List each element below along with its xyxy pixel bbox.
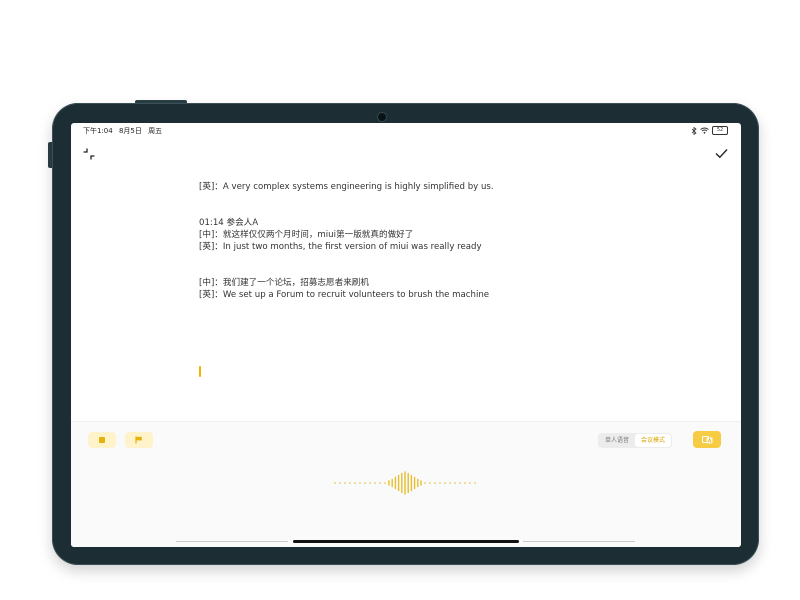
transcript-line: [199, 205, 619, 217]
waveform-dot: [429, 482, 431, 484]
collapse-icon[interactable]: [83, 148, 95, 160]
stop-icon: [99, 437, 105, 443]
waveform-dot: [424, 482, 426, 484]
waveform-dot: [379, 482, 381, 484]
status-weekday: 周五: [148, 127, 163, 135]
transcript-line: [英]：We set up a Forum to recruit volunte…: [199, 290, 490, 300]
waveform-bars: [388, 471, 422, 495]
waveform-dot: [349, 482, 351, 484]
mode-toggle[interactable]: 单人语音 会议模式: [598, 433, 673, 448]
translate-button[interactable]: [693, 431, 721, 448]
waveform-dot: [354, 482, 356, 484]
mode-option-single[interactable]: 单人语音: [599, 434, 635, 447]
status-bar-left: 下午1:04 8月5日 周五: [83, 126, 166, 136]
waveform-dot: [364, 482, 366, 484]
flag-button[interactable]: [125, 432, 153, 448]
battery-icon: 52: [712, 126, 728, 135]
waveform-dot: [454, 482, 456, 484]
waveform-dot: [369, 482, 371, 484]
status-bar-right: 52: [691, 126, 728, 135]
waveform-dot: [439, 482, 441, 484]
waveform-dot: [339, 482, 341, 484]
transcript-line: [中]：就这样仅仅两个月时间，miui第一版就真的做好了: [199, 230, 414, 240]
home-indicator[interactable]: [293, 540, 519, 543]
transcript-line: [英]：In just two months, the first versio…: [199, 242, 482, 252]
waveform-dot: [434, 482, 436, 484]
transcript-line: [中]：我们建了一个论坛，招募志愿者来刷机: [199, 278, 369, 288]
status-date: 8月5日: [118, 127, 142, 135]
waveform-dot: [464, 482, 466, 484]
text-cursor: [199, 366, 201, 377]
translate-icon: [701, 435, 712, 443]
waveform-dot: [474, 482, 476, 484]
edge-line-right: [523, 541, 635, 542]
mode-option-meeting[interactable]: 会议模式: [635, 434, 672, 447]
waveform-dot: [334, 482, 336, 484]
waveform-dot: [359, 482, 361, 484]
waveform-dot: [374, 482, 376, 484]
transcript-line: [199, 193, 619, 205]
screen: 下午1:04 8月5日 周五 52 [英]：A very complex sys…: [71, 123, 741, 547]
stop-button[interactable]: [88, 432, 116, 448]
battery-level: 52: [716, 127, 724, 133]
check-icon[interactable]: [715, 148, 728, 159]
audio-waveform: [334, 471, 476, 495]
bluetooth-icon: [691, 126, 697, 135]
status-time: 下午1:04: [83, 127, 113, 135]
transcript-line: [199, 265, 619, 277]
transcript-line: 01:14 参会人A: [199, 218, 259, 228]
waveform-dot: [384, 482, 386, 484]
waveform-dot: [459, 482, 461, 484]
waveform-dot: [344, 482, 346, 484]
flag-icon: [135, 436, 142, 444]
waveform-dot: [469, 482, 471, 484]
edge-line-left: [176, 541, 288, 542]
wifi-icon: [700, 127, 709, 134]
transcript-line: [英]：A very complex systems engineering i…: [199, 182, 494, 192]
transcript: [英]：A very complex systems engineering i…: [199, 181, 619, 301]
front-camera: [378, 113, 386, 121]
waveform-dot: [444, 482, 446, 484]
waveform-dot: [449, 482, 451, 484]
transcript-line: [199, 253, 619, 265]
